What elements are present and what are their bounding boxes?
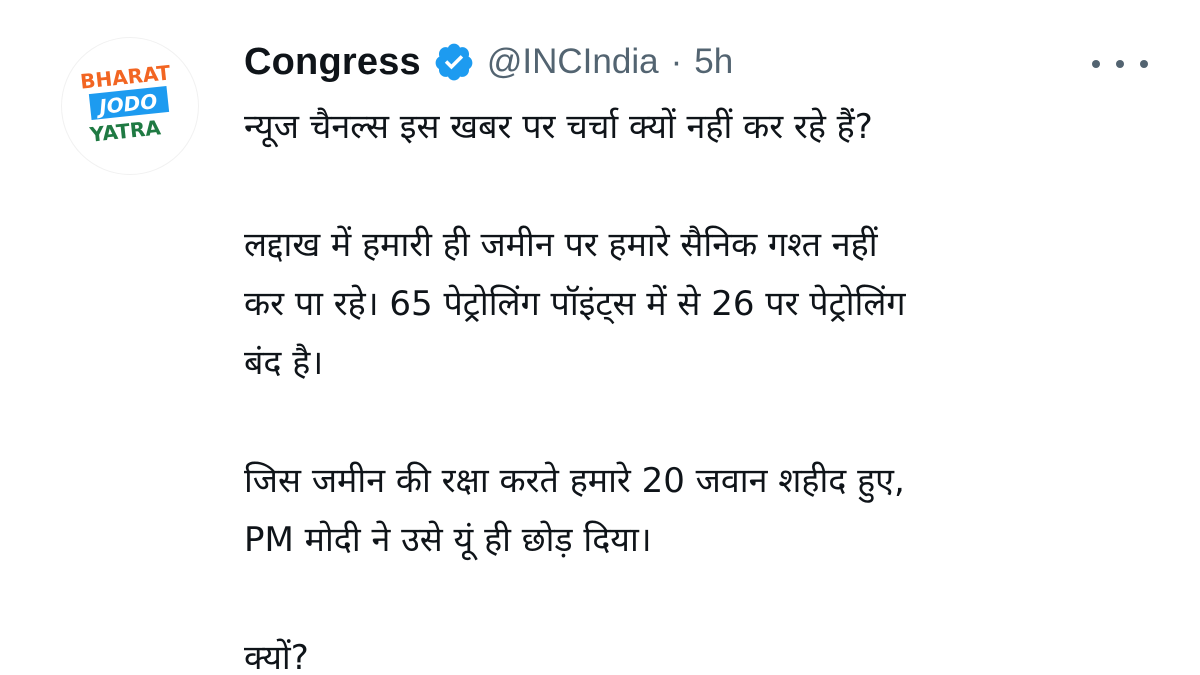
tweet-line: PM मोदी ने उसे यूं ही छोड़ दिया।: [244, 520, 652, 560]
tweet-line: लद्दाख में हमारी ही जमीन पर हमारे सैनिक …: [244, 225, 878, 265]
more-dot: [1092, 60, 1100, 68]
more-dot: [1140, 60, 1148, 68]
tweet-timestamp[interactable]: 5h: [694, 42, 733, 82]
separator-dot: ·: [670, 42, 683, 81]
more-dot: [1116, 60, 1124, 68]
verified-badge-icon: [433, 41, 475, 83]
tweet-line: बंद है।: [244, 343, 324, 383]
avatar[interactable]: BHARAT JODO YATRA: [62, 38, 198, 174]
more-options-icon[interactable]: [1092, 52, 1148, 76]
tweet-card: BHARAT JODO YATRA Congress @INCIndia · 5…: [0, 0, 1200, 675]
bharat-jodo-yatra-logo: BHARAT JODO YATRA: [79, 60, 172, 146]
tweet-line: जिस जमीन की रक्षा करते हमारे 20 जवान शही…: [244, 461, 905, 501]
tweet-line: न्यूज चैनल्स इस खबर पर चर्चा क्यों नहीं …: [244, 107, 873, 147]
tweet-line: क्यों?: [244, 638, 309, 675]
tweet-line: कर पा रहे। 65 पेट्रोलिंग पॉइंट्स में से …: [244, 284, 906, 324]
avatar-line-2: JODO: [94, 89, 158, 119]
tweet-text: न्यूज चैनल्स इस खबर पर चर्चा क्यों नहीं …: [244, 98, 1144, 675]
author-handle[interactable]: @INCIndia: [487, 42, 659, 82]
author-name[interactable]: Congress: [244, 41, 421, 84]
tweet-header: Congress @INCIndia · 5h: [244, 34, 733, 90]
avatar-line-3: YATRA: [88, 115, 163, 146]
